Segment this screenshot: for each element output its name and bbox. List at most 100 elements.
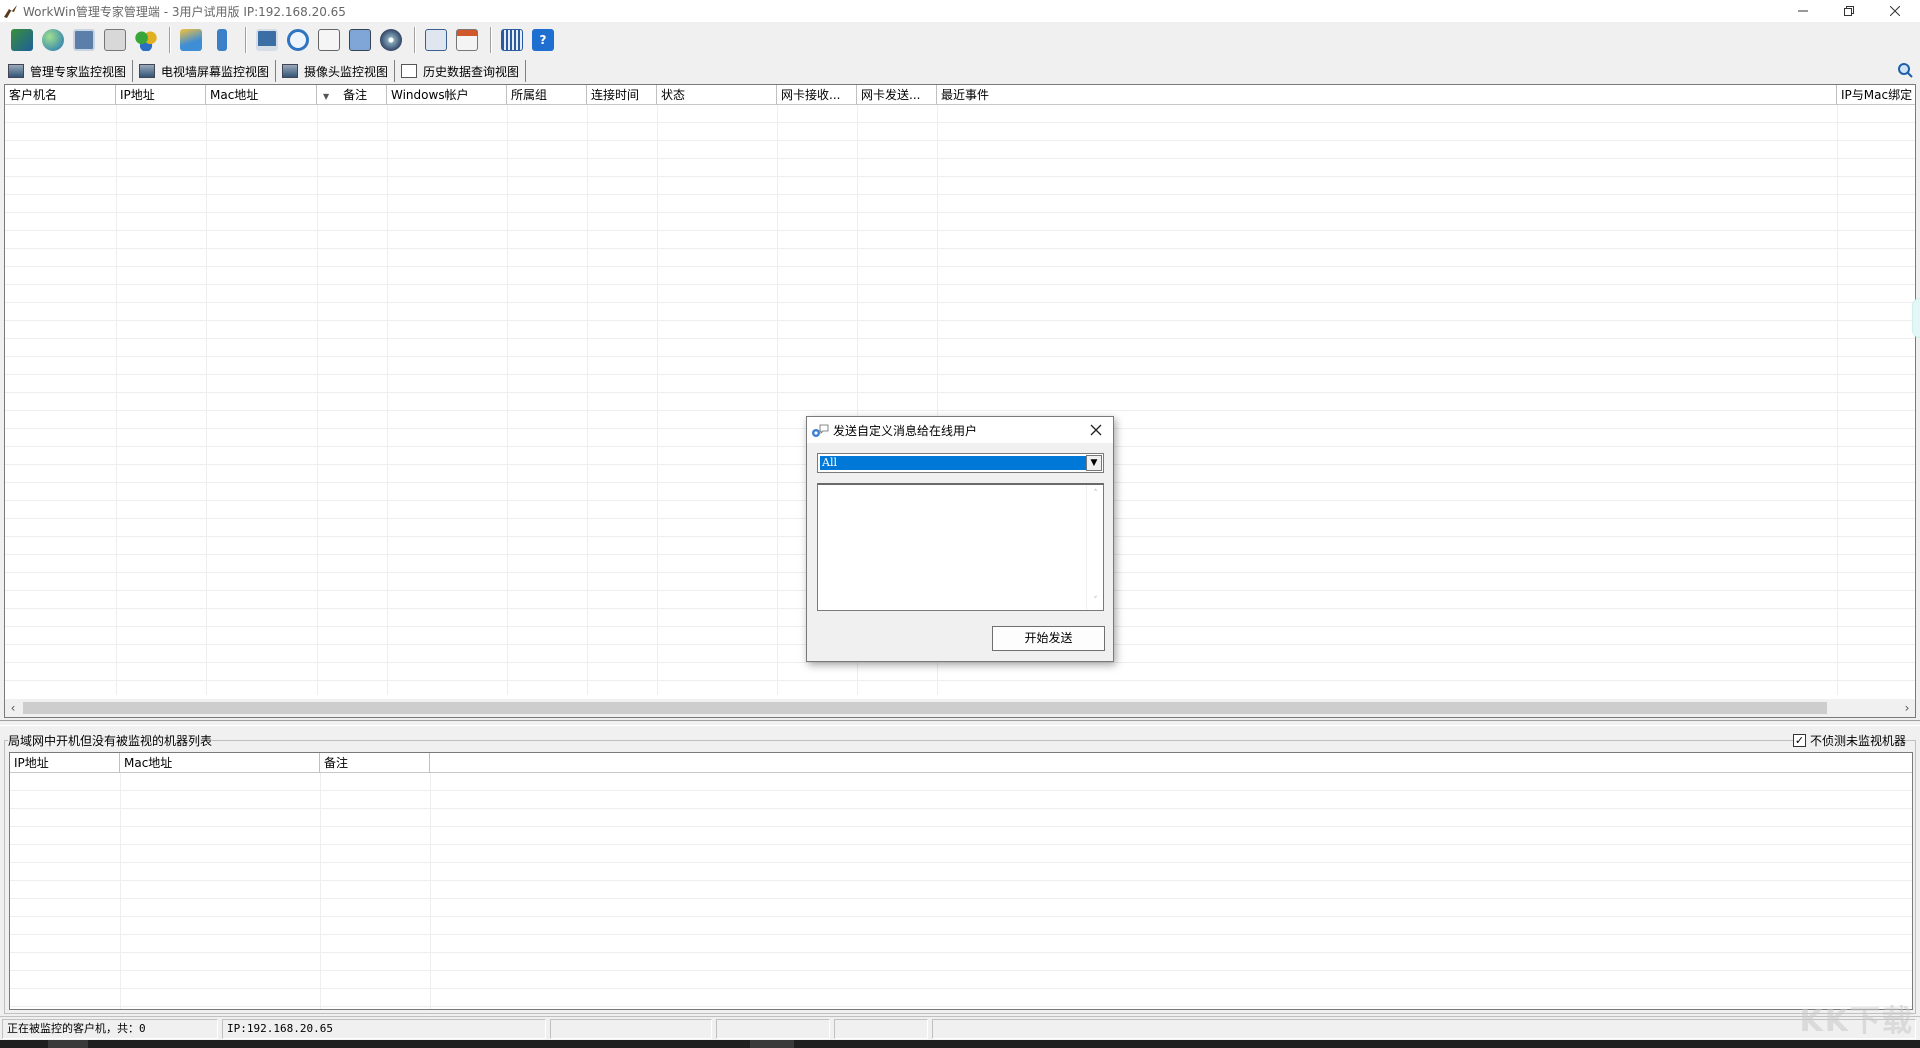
close-button[interactable] [1872,0,1918,22]
panel-splitter[interactable] [0,720,1920,726]
search-document-icon [318,29,340,51]
column-header-mac[interactable]: Mac地址 [120,753,320,773]
help-icon: ? [532,29,554,51]
toolbar-button-settings-monitor[interactable] [70,25,98,55]
skip-unmonitored-checkbox[interactable]: ✓ 不侦测未监视机器 [1792,732,1906,749]
toolbar-button-search-document[interactable] [315,25,343,55]
minimize-icon [1798,10,1808,12]
chevron-down-icon[interactable]: ▼ [1086,455,1102,471]
toolbar: ? [0,22,1920,58]
toolbar-button-globe[interactable] [39,25,67,55]
column-header-nic-recv[interactable]: 网卡接收... [777,85,857,105]
recipient-select[interactable]: All ▼ [817,453,1104,473]
scrollbar-thumb[interactable] [23,702,1827,714]
toolbar-button-keyboard[interactable] [498,25,526,55]
unmonitored-grid-rows [10,773,1912,1009]
toolbar-separator [490,27,492,53]
tab-label: 电视墙屏幕监控视图 [161,64,270,79]
column-header-ip[interactable]: IP地址 [10,753,120,773]
app-window: WorkWin管理专家管理端 - 3用户试用版 IP:192.168.20.65 [0,0,1920,1048]
tab-camera-view[interactable]: 摄像头监控视图 [280,60,396,82]
toolbar-button-calendar[interactable] [453,25,481,55]
column-header-nic-send[interactable]: 网卡发送... [857,85,937,105]
settings-monitor-icon [73,29,95,51]
status-panel-empty [834,1019,928,1039]
toolbar-button-report[interactable] [422,25,450,55]
calendar-icon [456,29,478,51]
column-header-ip[interactable]: IP地址 [116,85,206,105]
start-send-button[interactable]: 开始发送 [992,626,1105,651]
minimize-button[interactable] [1780,0,1826,22]
scroll-down-icon[interactable]: ˅ [1087,596,1104,606]
refresh-icon [287,29,309,51]
client-grid-header: 客户机名 IP地址 Mac地址 ▼ 备注 Windows帐户 所属组 连接时间 状… [5,85,1915,105]
grid-column-line [320,773,321,1009]
column-header-mac[interactable]: Mac地址 [206,85,317,105]
usb-icon [217,29,227,51]
grid-column-line [1837,105,1838,695]
tab-management-view[interactable]: 管理专家监控视图 [6,60,134,82]
tab-label: 历史数据查询视图 [423,64,520,79]
toolbar-button-disc[interactable] [377,25,405,55]
toolbar-button-refresh[interactable] [284,25,312,55]
scroll-right-icon[interactable]: › [1899,699,1915,717]
message-textarea[interactable]: ˄ ˅ [817,483,1104,611]
database-icon [11,29,33,51]
toolbar-button-remote-desktop[interactable] [253,25,281,55]
close-icon [1890,6,1900,16]
globe-icon [42,29,64,51]
toolbar-button-database[interactable] [8,25,36,55]
column-header-client-name[interactable]: 客户机名 [5,85,116,105]
column-header-status[interactable]: 状态 [657,85,777,105]
column-header-connect-time[interactable]: 连接时间 [587,85,657,105]
grid-column-line [430,773,431,1009]
restore-icon [1844,6,1854,16]
status-ip: IP:192.168.20.65 [222,1019,546,1039]
toolbar-button-chart[interactable] [177,25,205,55]
unmonitored-grid[interactable]: IP地址 Mac地址 备注 [9,752,1913,1010]
grid-column-line [116,105,117,695]
search-icon[interactable] [1896,61,1914,79]
column-header-remark[interactable]: 备注 [320,753,430,773]
status-bar: 正在被监控的客户机，共：0 IP:192.168.20.65 [0,1016,1920,1040]
chart-icon [180,29,202,51]
tab-history-view[interactable]: 历史数据查询视图 [399,60,527,82]
camera-icon [282,64,299,78]
floating-edge-widget[interactable] [1912,298,1920,338]
title-bar: WorkWin管理专家管理端 - 3用户试用版 IP:192.168.20.65 [0,0,1920,22]
dialog-title: 发送自定义消息给在线用户 [833,423,978,438]
dialog-close-button[interactable] [1085,419,1107,441]
column-header-group[interactable]: 所属组 [507,85,587,105]
users-icon [135,29,157,51]
toolbar-button-mail[interactable] [101,25,129,55]
toolbar-button-users[interactable] [132,25,160,55]
scroll-left-icon[interactable]: ‹ [5,699,21,717]
message-vertical-scrollbar[interactable]: ˄ ˅ [1086,485,1103,610]
toolbar-separator [245,27,247,53]
recipient-selected-value: All [819,455,1088,471]
grid-column-line [507,105,508,695]
history-icon [401,64,418,78]
column-header-windows-account[interactable]: Windows帐户 [387,85,507,105]
scroll-up-icon[interactable]: ˄ [1087,489,1104,499]
toolbar-button-usb[interactable] [208,25,236,55]
column-header-ip-mac-binding[interactable]: IP与Mac绑定 [1837,85,1915,105]
grid-column-line [387,105,388,695]
dialog-title-bar: 发送自定义消息给在线用户 [807,417,1113,443]
horizontal-scrollbar[interactable]: ‹ › [5,699,1915,717]
eagle-logo-icon [4,5,17,18]
column-header-recent-event[interactable]: 最近事件 [937,85,1837,105]
status-panel-empty [932,1019,1916,1039]
tv-wall-icon [139,64,156,78]
checkbox-label: 不侦测未监视机器 [1809,734,1906,748]
users-message-icon [812,424,829,437]
column-header-remark-label: 备注 [343,88,368,102]
restore-button[interactable] [1826,0,1872,22]
status-panel-empty [716,1019,830,1039]
toolbar-button-screens[interactable] [346,25,374,55]
tab-tv-wall-view[interactable]: 电视墙屏幕监控视图 [137,60,277,82]
column-header-remark[interactable]: ▼ 备注 [317,85,387,105]
send-message-dialog: 发送自定义消息给在线用户 All ▼ ˄ ˅ 开始发送 [806,416,1114,662]
toolbar-button-help[interactable]: ? [529,25,557,55]
taskbar-edge [0,1040,1920,1048]
